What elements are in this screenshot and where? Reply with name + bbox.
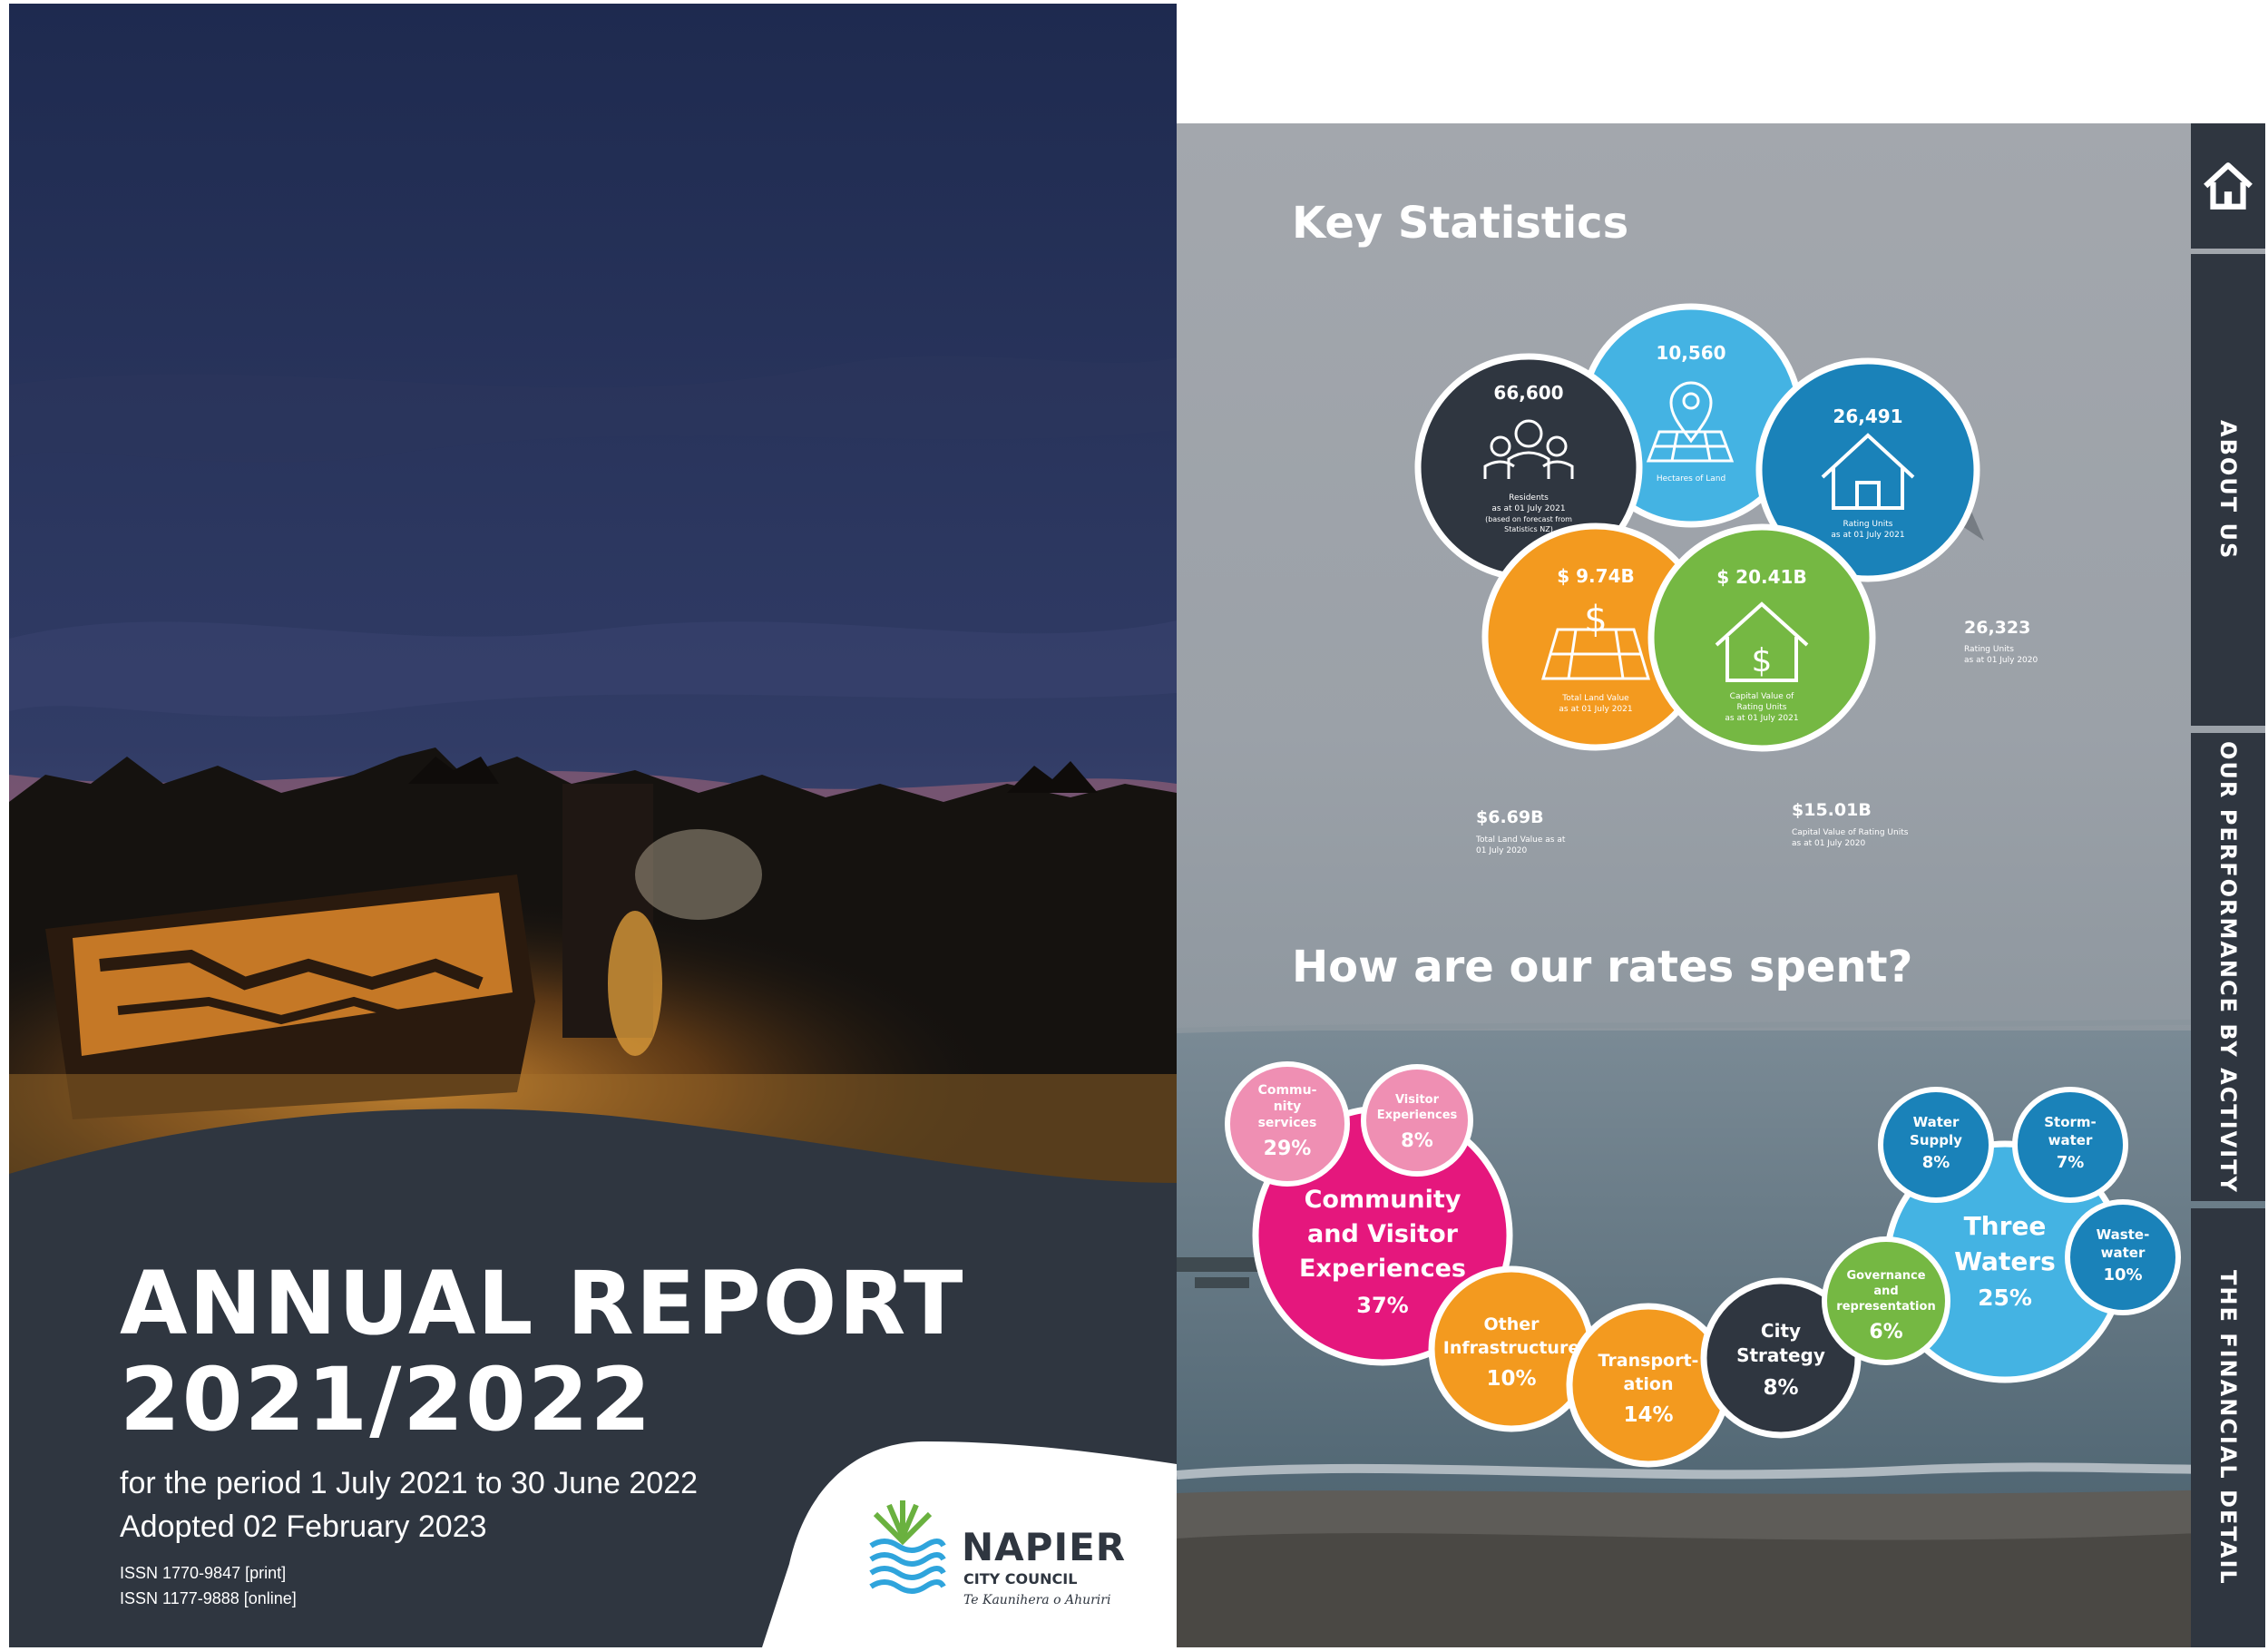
wastewater-line-2: water (2101, 1245, 2146, 1261)
other-infrastructure-bubble: Other Infrastructure 10% (1428, 1265, 1595, 1432)
governance-pct: 6% (1869, 1321, 1902, 1343)
stormwater-line-2: water (2048, 1132, 2093, 1148)
wastewater-line-1: Waste- (2097, 1226, 2150, 1243)
water-supply-line-2: Supply (1910, 1132, 1962, 1148)
annual-report-cover: ANNUAL REPORT 2021/2022 for the period 1… (9, 4, 1177, 1647)
logo-name: NAPIER (962, 1525, 1127, 1569)
water-supply-bubble: Water Supply 8% (1878, 1087, 1994, 1203)
tab-about-us-label: ABOUT US (2215, 419, 2241, 561)
report-period: for the period 1 July 2021 to 30 June 20… (120, 1466, 699, 1500)
city-strategy-line-1: City (1761, 1320, 1801, 1342)
community-services-line-2: nity (1274, 1099, 1302, 1114)
water-supply-pct: 8% (1922, 1153, 1950, 1172)
three-waters-line-1: Three (1964, 1211, 2047, 1241)
city-strategy-pct: 8% (1763, 1376, 1798, 1400)
stormwater-bubble: Storm- water 7% (2012, 1087, 2128, 1203)
tab-financial-detail-label: THE FINANCIAL DETAIL (2215, 1270, 2241, 1586)
city-strategy-line-2: Strategy (1736, 1344, 1825, 1366)
community-services-bubble: Commu- nity services 29% (1225, 1061, 1350, 1187)
key-statistics-page: Key Statistics 10,560 Hectares of Land 6… (1177, 123, 2265, 1647)
other-infrastructure-line-2: Infrastructure (1443, 1338, 1579, 1358)
community-visitor-pct: 37% (1356, 1293, 1408, 1318)
logo-council: CITY COUNCIL (963, 1570, 1078, 1588)
transportation-bubble: Transport- ation 14% (1566, 1303, 1731, 1468)
governance-line-3: representation (1836, 1300, 1935, 1314)
three-waters-line-2: Waters (1954, 1246, 2056, 1276)
stormwater-pct: 7% (2057, 1153, 2085, 1172)
report-title-line-1: ANNUAL REPORT (120, 1253, 965, 1354)
issn-print: ISSN 1770-9847 [print] (120, 1564, 287, 1582)
community-services-line-1: Commu- (1258, 1083, 1317, 1098)
other-infrastructure-pct: 10% (1486, 1367, 1536, 1391)
tab-financial-detail[interactable]: THE FINANCIAL DETAIL (2191, 1208, 2265, 1647)
home-icon (2204, 162, 2253, 210)
logo-tagline: Te Kaunihera o Ahuriri (963, 1593, 1111, 1607)
visitor-experiences-bubble: Visitor Experiences 8% (1361, 1064, 1473, 1177)
community-visitor-line-2: and Visitor (1307, 1220, 1459, 1248)
transportation-line-1: Transport- (1598, 1351, 1699, 1371)
home-button[interactable] (2191, 123, 2265, 249)
governance-line-2: and (1873, 1285, 1898, 1298)
water-supply-line-1: Water (1913, 1114, 1960, 1130)
visitor-experiences-line-2: Experiences (1377, 1109, 1458, 1122)
governance-bubble: Governance and representation 6% (1822, 1236, 1950, 1365)
visitor-experiences-pct: 8% (1401, 1129, 1433, 1151)
tab-our-performance[interactable]: OUR PERFORMANCE BY ACTIVITY (2191, 733, 2265, 1201)
stormwater-line-1: Storm- (2044, 1114, 2097, 1130)
tab-our-performance-label: OUR PERFORMANCE BY ACTIVITY (2215, 740, 2241, 1194)
transportation-line-2: ation (1624, 1374, 1674, 1394)
governance-line-1: Governance (1846, 1269, 1925, 1283)
rates-bubbles: Community and Visitor Experiences 37% Co… (1225, 1061, 2181, 1468)
community-services-pct: 29% (1264, 1138, 1312, 1160)
other-infrastructure-line-1: Other (1483, 1314, 1540, 1334)
community-visitor-line-3: Experiences (1299, 1255, 1466, 1283)
report-adopted-date: Adopted 02 February 2023 (120, 1509, 487, 1544)
issn-online: ISSN 1177-9888 [online] (120, 1589, 297, 1607)
transportation-pct: 14% (1623, 1403, 1673, 1427)
wastewater-pct: 10% (2103, 1265, 2142, 1285)
visitor-experiences-line-1: Visitor (1395, 1093, 1440, 1107)
tab-about-us[interactable]: ABOUT US (2191, 254, 2265, 726)
community-visitor-line-1: Community (1305, 1186, 1461, 1214)
three-waters-pct: 25% (1978, 1285, 2032, 1311)
report-title: ANNUAL REPORT 2021/2022 (120, 1255, 964, 1448)
report-title-line-2: 2021/2022 (120, 1349, 653, 1451)
community-services-line-3: services (1258, 1116, 1317, 1130)
wastewater-bubble: Waste- water 10% (2065, 1199, 2181, 1315)
